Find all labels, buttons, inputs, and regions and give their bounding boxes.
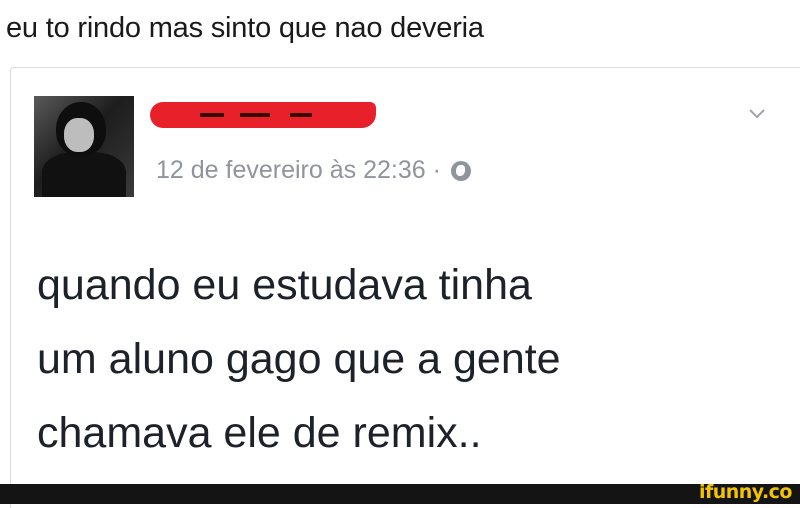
post-meta: 12 de fevereiro às 22:36 · — [156, 156, 471, 185]
facebook-post-card: 12 de fevereiro às 22:36 · quando eu est… — [10, 67, 800, 508]
post-timestamp[interactable]: 12 de fevereiro às 22:36 · — [156, 156, 441, 185]
avatar[interactable] — [34, 96, 134, 197]
post-text: quando eu estudava tinha um aluno gago q… — [37, 248, 777, 470]
post-text-line: quando eu estudava tinha — [37, 261, 532, 309]
post-text-line: um aluno gago que a gente — [37, 335, 561, 383]
caption-text: eu to rindo mas sinto que nao deveria — [6, 12, 484, 44]
ifunny-watermark: ifunny.co — [698, 481, 793, 503]
watermark-footer: ifunny.co — [0, 481, 800, 504]
post-text-line: chamava ele de remix.. — [37, 409, 482, 457]
redacted-author-name — [150, 102, 376, 128]
chevron-down-icon[interactable] — [747, 104, 767, 124]
globe-icon — [450, 160, 471, 181]
